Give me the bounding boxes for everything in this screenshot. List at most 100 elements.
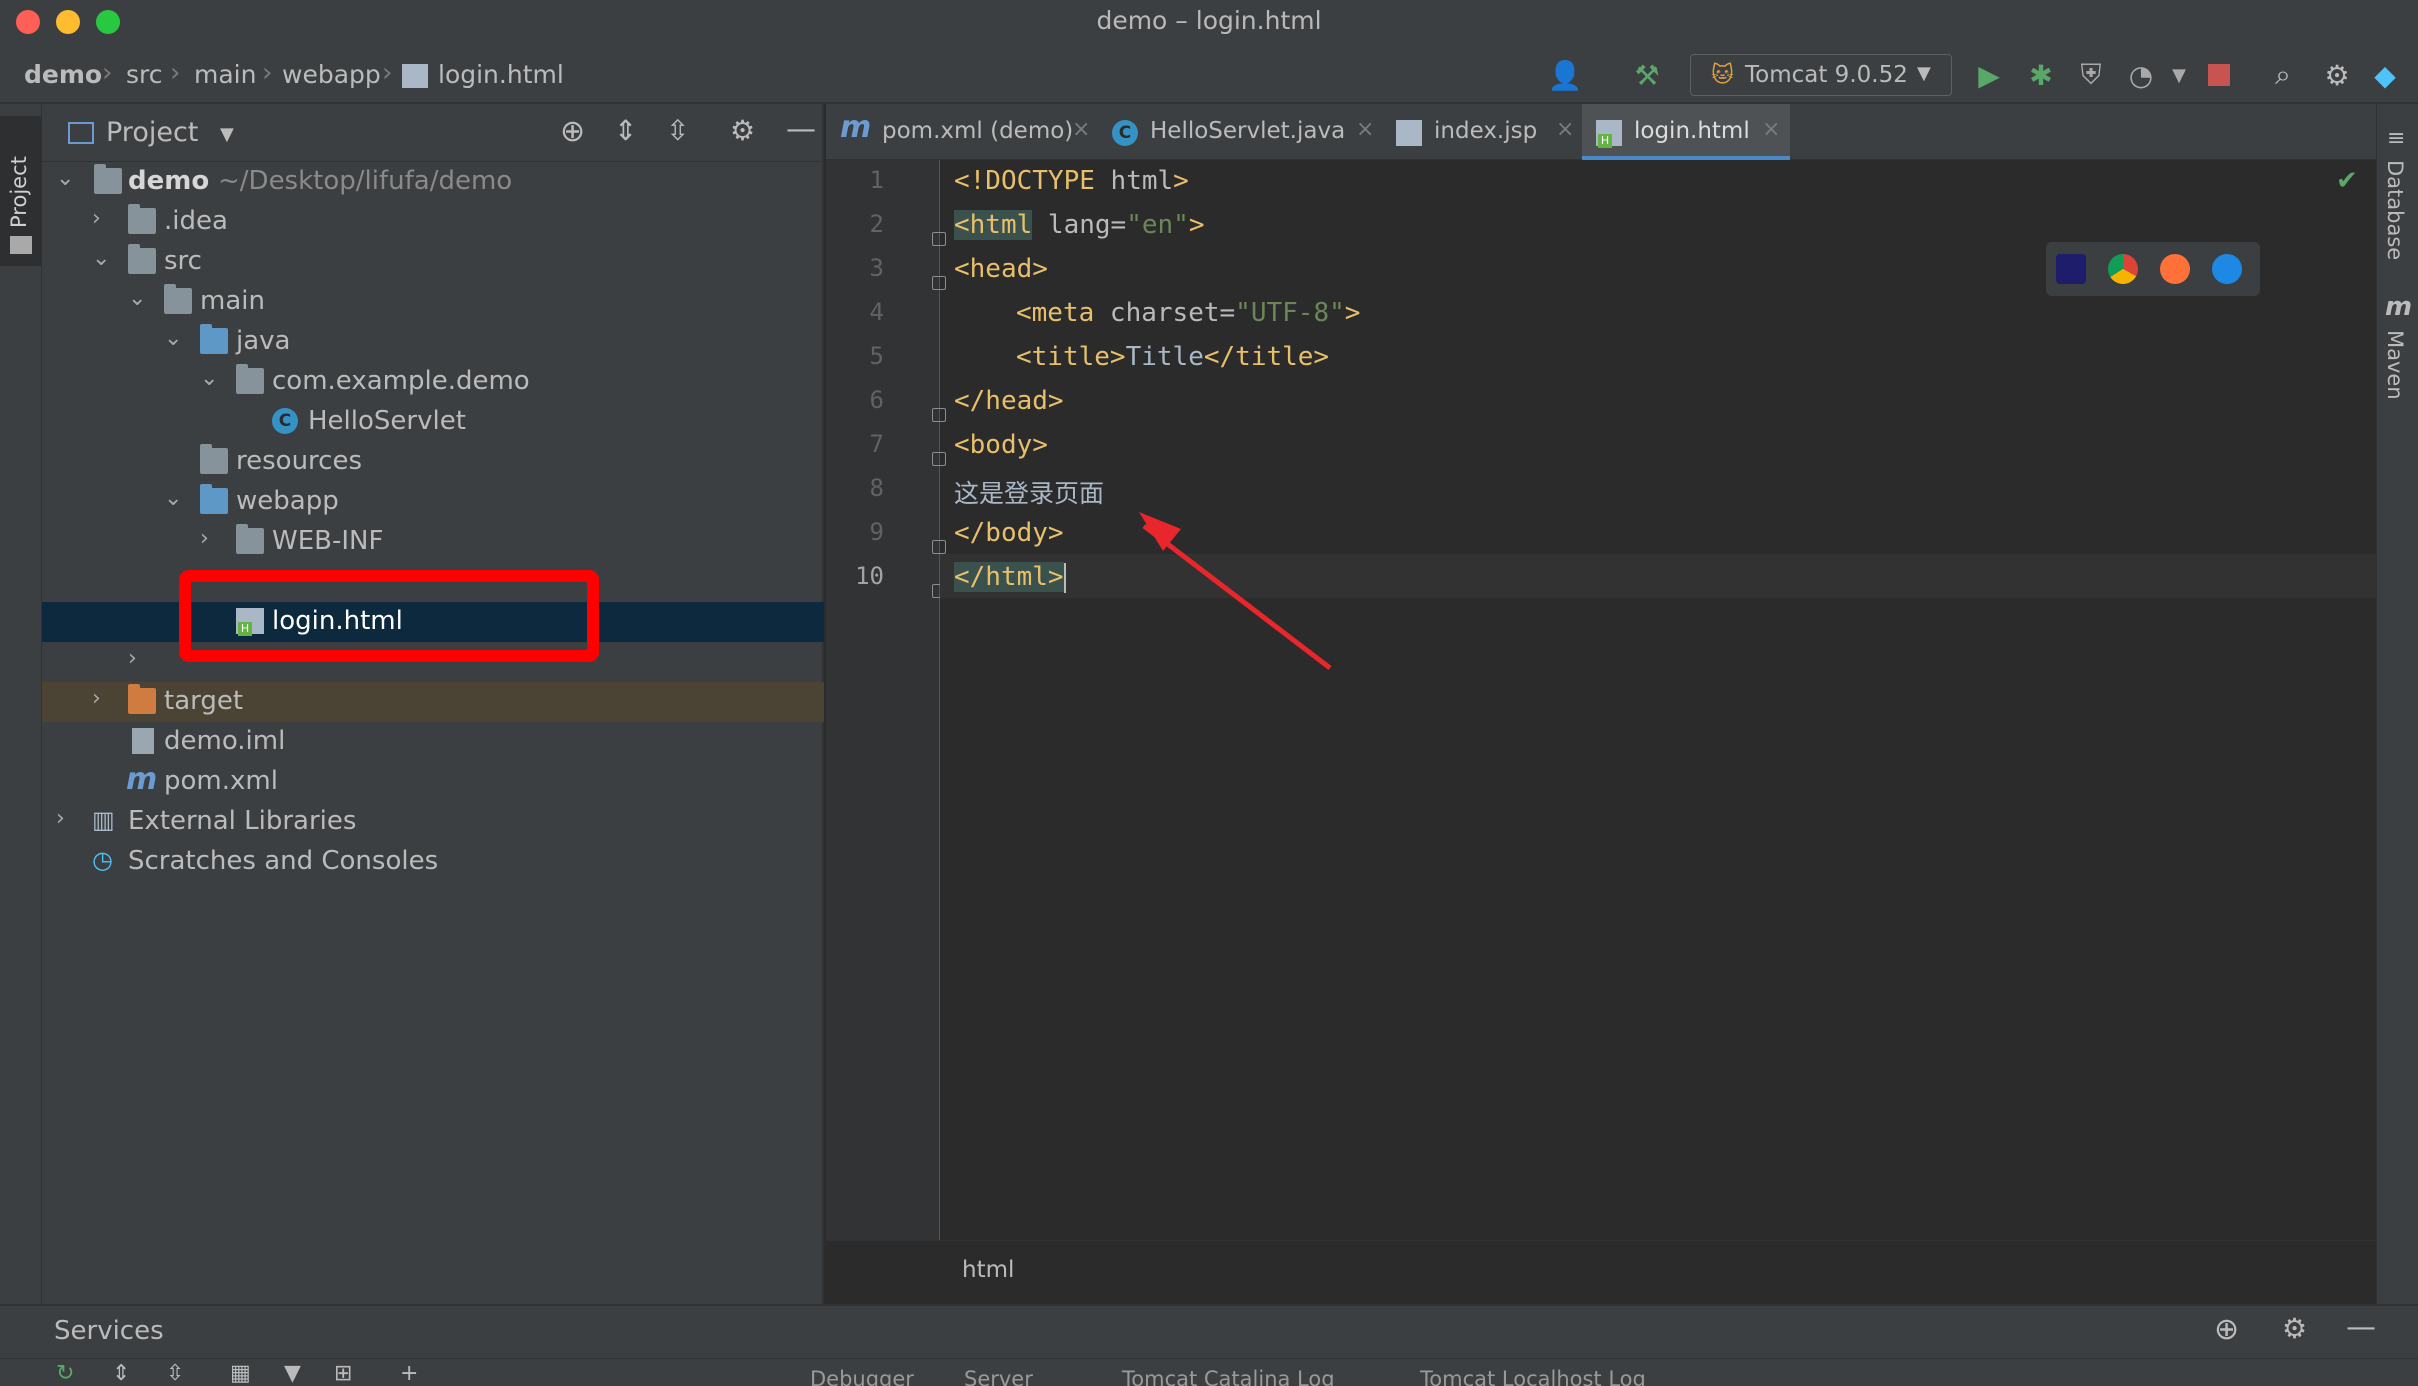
tab-tomcat-catalina-log[interactable]: Tomcat Catalina Log — [1122, 1367, 1335, 1386]
chevron-right-icon: › — [170, 58, 181, 88]
tree-item-label: .idea — [164, 206, 228, 236]
user-icon[interactable]: 👤 — [1548, 58, 1583, 92]
chevron-down-icon[interactable]: ⌄ — [56, 166, 74, 191]
tree-item-label: com.example.demo — [272, 366, 530, 396]
folder-icon — [236, 524, 264, 554]
run-configuration-label: Tomcat 9.0.52 — [1745, 62, 1908, 88]
tree-item-label: demo — [128, 166, 210, 196]
services-panel: Services ⊕ ⚙ — ↻ ⇕ ⇳ ▦ ▼ ⊞ + Debugger Se… — [0, 1304, 2418, 1386]
profile-icon[interactable]: ◔ — [2124, 58, 2158, 92]
title-bar: demo – login.html — [0, 0, 2418, 46]
chevron-right-icon[interactable]: › — [200, 526, 209, 551]
expand-all-icon[interactable]: ⇕ — [614, 114, 637, 147]
project-panel-header: Project ▼ ⊕ ⇕ ⇳ ⚙ — — [42, 104, 824, 162]
tree-item-demo-iml[interactable]: demo.iml — [42, 722, 824, 762]
project-tool-window-button[interactable]: Project — [0, 116, 42, 266]
project-view-icon — [68, 122, 94, 144]
breadcrumb-webapp[interactable]: webapp — [282, 60, 381, 89]
tree-item-external-libraries[interactable]: › ▥ External Libraries — [42, 802, 824, 842]
maven-tool-label[interactable]: Maven — [2383, 330, 2407, 400]
tree-item-helloservlet[interactable]: C HelloServlet — [42, 402, 824, 442]
run-configuration-dropdown[interactable]: 🐱 Tomcat 9.0.52 ▼ — [1690, 54, 1952, 96]
stop-icon[interactable] — [2202, 58, 2236, 92]
locate-icon[interactable]: ⊕ — [560, 114, 585, 149]
editor-breadcrumb-html[interactable]: html — [962, 1257, 1014, 1283]
chevron-right-icon[interactable]: › — [128, 646, 137, 671]
chevron-down-icon[interactable]: ⌄ — [200, 366, 218, 391]
minimize-icon[interactable]: — — [786, 112, 816, 147]
project-panel: Project ▼ ⊕ ⇕ ⇳ ⚙ — ⌄ demo ~/Desktop/lif… — [42, 104, 824, 1304]
database-icon[interactable]: ≡ — [2387, 126, 2405, 151]
plugin-icon[interactable]: ◆ — [2368, 58, 2402, 92]
chevron-down-icon[interactable]: ▼ — [2162, 58, 2196, 92]
folder-icon — [128, 204, 156, 234]
run-icon[interactable]: ▶ — [1972, 58, 2006, 92]
tree-item-label: resources — [236, 446, 363, 476]
chevron-down-icon[interactable]: ⌄ — [164, 326, 182, 351]
coverage-icon[interactable]: ⛨ — [2074, 58, 2108, 92]
tree-item-label: webapp — [236, 486, 339, 516]
breadcrumb-src[interactable]: src — [126, 60, 163, 89]
database-tool-label[interactable]: Database — [2383, 160, 2407, 260]
chevron-right-icon: › — [262, 58, 273, 88]
tree-item-pom-xml[interactable]: m pom.xml — [42, 762, 824, 802]
tree-item-demo[interactable]: ⌄ demo ~/Desktop/lifufa/demo — [42, 162, 824, 202]
editor-breadcrumb-bar: html — [826, 1240, 2376, 1304]
chevron-right-icon[interactable]: › — [56, 806, 65, 831]
breadcrumb-demo[interactable]: demo — [24, 60, 102, 89]
search-icon[interactable]: ⌕ — [2266, 58, 2300, 92]
right-tool-stripe: ≡ Database m Maven — [2376, 104, 2418, 1304]
tree-item-label: target — [164, 686, 244, 716]
chevron-right-icon[interactable]: › — [92, 206, 101, 231]
tree-item-label: External Libraries — [128, 806, 357, 836]
window-title: demo – login.html — [1096, 6, 1322, 35]
breadcrumb-login-html[interactable]: login.html — [438, 60, 564, 89]
tree-item-idea[interactable]: › .idea — [42, 202, 824, 242]
tab-tomcat-localhost-log[interactable]: Tomcat Localhost Log — [1420, 1367, 1646, 1386]
gear-icon[interactable]: ⚙ — [730, 114, 755, 147]
left-tool-stripe: Project — [0, 104, 42, 1304]
gear-icon[interactable]: ⚙ — [2320, 58, 2354, 92]
tree-item-package[interactable]: ⌄ com.example.demo — [42, 362, 824, 402]
tab-server[interactable]: Server — [964, 1367, 1033, 1386]
tree-item-target[interactable]: › target — [42, 682, 824, 722]
chevron-down-icon: ▼ — [1917, 63, 1931, 84]
build-hammer-icon[interactable]: ⚒ — [1630, 58, 1664, 92]
chevron-down-icon[interactable]: ▼ — [220, 124, 234, 145]
tree-item-java[interactable]: ⌄ java — [42, 322, 824, 362]
tree-item-path-hint: ~/Desktop/lifufa/demo — [218, 166, 513, 196]
package-icon — [236, 364, 264, 394]
chevron-down-icon[interactable]: ⌄ — [92, 246, 110, 271]
chevron-down-icon[interactable]: ⌄ — [164, 486, 182, 511]
chevron-down-icon[interactable]: ⌄ — [128, 286, 146, 311]
tree-item-main[interactable]: ⌄ main — [42, 282, 824, 322]
collapse-all-icon[interactable]: ⇳ — [666, 114, 689, 147]
tab-debugger[interactable]: Debugger — [810, 1367, 914, 1386]
minimize-icon[interactable]: — — [2346, 1310, 2376, 1345]
resources-folder-icon — [200, 444, 228, 474]
filter-icon[interactable]: ▼ — [284, 1361, 301, 1386]
editor-area: m pom.xml (demo) × C HelloServlet.java ×… — [826, 104, 2376, 1304]
red-highlight-box — [179, 570, 599, 662]
refresh-icon[interactable]: ↻ — [56, 1361, 74, 1386]
add-icon[interactable]: + — [400, 1361, 418, 1386]
maven-icon[interactable]: m — [2385, 292, 2412, 322]
tree-item-resources[interactable]: resources — [42, 442, 824, 482]
debug-icon[interactable]: ✱ — [2024, 58, 2058, 92]
chevron-right-icon[interactable]: › — [92, 686, 101, 711]
web-folder-icon — [200, 484, 228, 514]
arrow-head — [1139, 512, 1181, 551]
expand-all-icon[interactable]: ⇕ — [112, 1361, 130, 1386]
tree-item-web-inf[interactable]: › WEB-INF — [42, 522, 824, 562]
collapse-all-icon[interactable]: ⇳ — [166, 1361, 184, 1386]
locate-icon[interactable]: ⊕ — [2214, 1312, 2239, 1347]
tree-item-src[interactable]: ⌄ src — [42, 242, 824, 282]
breadcrumb-main[interactable]: main — [194, 60, 256, 89]
gear-icon[interactable]: ⚙ — [2282, 1312, 2307, 1345]
new-service-icon[interactable]: ⊞ — [334, 1361, 352, 1386]
group-icon[interactable]: ▦ — [230, 1361, 251, 1386]
tree-item-webapp[interactable]: ⌄ webapp — [42, 482, 824, 522]
project-view-title[interactable]: Project — [106, 117, 198, 148]
excluded-folder-icon — [128, 684, 156, 714]
tree-item-scratches[interactable]: ◷ Scratches and Consoles — [42, 842, 824, 882]
